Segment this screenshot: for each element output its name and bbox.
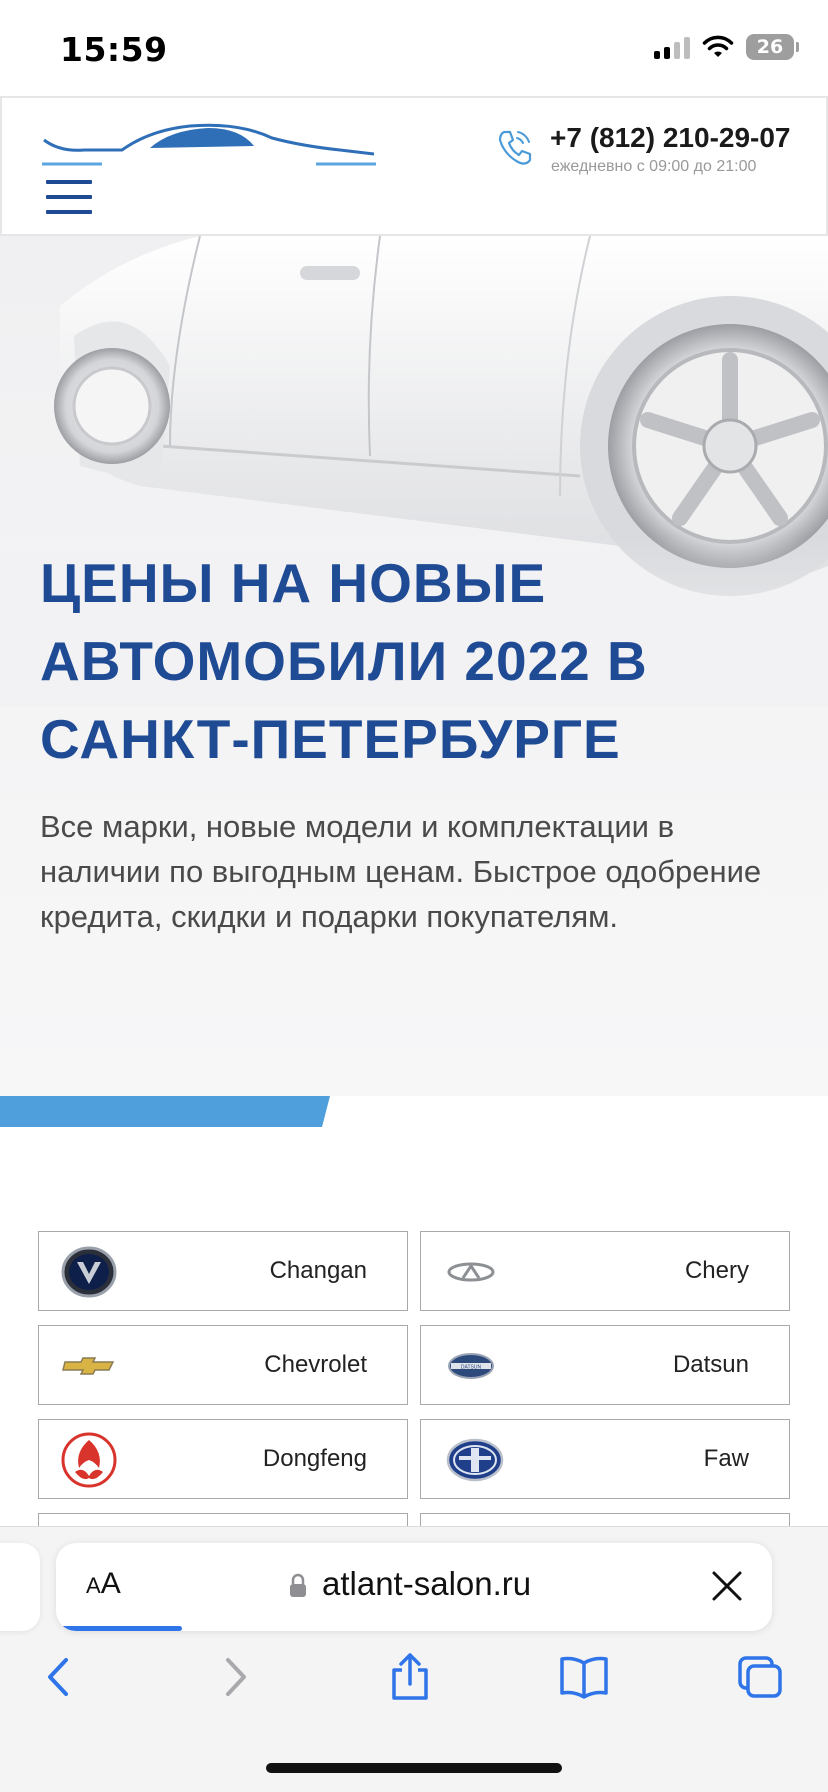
tabs-button[interactable]: [730, 1647, 790, 1707]
bookmarks-button[interactable]: [554, 1647, 614, 1707]
share-icon: [392, 1653, 428, 1700]
battery-icon: 26: [746, 34, 799, 60]
share-button[interactable]: [380, 1647, 440, 1707]
status-icons: 26: [654, 34, 799, 60]
hero-description: Все марки, новые модели и комплектации в…: [40, 809, 762, 934]
cellular-signal-icon: [654, 35, 690, 59]
previous-tab-peek[interactable]: [0, 1543, 40, 1631]
chevron-left-icon: [48, 1658, 68, 1696]
datsun-logo-icon: DATSUN: [448, 1353, 494, 1379]
text-size-big-label: A: [100, 1567, 121, 1600]
tabs-icon: [738, 1656, 782, 1698]
faw-logo-icon: [446, 1438, 504, 1482]
url-text[interactable]: atlant-salon.ru: [322, 1565, 531, 1603]
brand-name: Chery: [684, 1257, 749, 1284]
brand-card-dongfeng[interactable]: Dongfeng: [38, 1419, 408, 1499]
forward-button[interactable]: [206, 1647, 266, 1707]
hero-section: ЦЕНЫ НА НОВЫЕ АВТОМОБИЛИ 2022 В САНКТ-ПЕ…: [0, 236, 828, 1096]
dongfeng-logo-icon: [61, 1432, 117, 1488]
chevron-right-icon: [226, 1658, 246, 1696]
browser-toolbar: AA atlant-salon.ru: [0, 1526, 828, 1792]
brand-name: Dongfeng: [262, 1445, 367, 1472]
brand-name: Datsun: [672, 1351, 749, 1378]
accent-stripe: [0, 1096, 330, 1127]
menu-burger-button[interactable]: [46, 180, 92, 214]
brand-card-datsun[interactable]: DATSUN Datsun: [420, 1325, 790, 1405]
home-indicator: [266, 1763, 562, 1773]
logo-car-icon[interactable]: [40, 116, 380, 176]
brand-name: Changan: [269, 1257, 367, 1284]
lock-icon: [290, 1573, 306, 1597]
page-title: ЦЕНЫ НА НОВЫЕ АВТОМОБИЛИ 2022 В САНКТ-ПЕ…: [40, 552, 648, 770]
site-header: +7 (812) 210-29-07 ежедневно с 09:00 до …: [0, 96, 828, 236]
working-hours: ежедневно с 09:00 до 21:00: [551, 158, 757, 175]
svg-text:DATSUN: DATSUN: [461, 1365, 482, 1371]
changan-logo-icon: [61, 1246, 117, 1298]
back-button[interactable]: [28, 1647, 88, 1707]
brand-card-changan[interactable]: Changan: [38, 1231, 408, 1311]
brand-card-faw[interactable]: Faw: [420, 1419, 790, 1499]
wifi-icon: [702, 35, 734, 57]
status-time: 15:59: [60, 30, 168, 69]
phone-number-link[interactable]: +7 (812) 210-29-07: [550, 122, 791, 154]
text-size-button[interactable]: AA: [86, 1567, 121, 1601]
address-bar[interactable]: AA atlant-salon.ru: [56, 1543, 772, 1631]
chery-logo-icon: [447, 1262, 495, 1282]
chevrolet-logo-icon: [62, 1357, 115, 1375]
brand-card-chevrolet[interactable]: Chevrolet: [38, 1325, 408, 1405]
close-icon[interactable]: [708, 1567, 746, 1605]
text-size-small-label: A: [86, 1573, 101, 1598]
brand-card-chery[interactable]: Chery: [420, 1231, 790, 1311]
page-load-progress: [56, 1626, 182, 1631]
brand-name: Chevrolet: [264, 1351, 367, 1378]
phone-icon[interactable]: [496, 128, 534, 168]
brand-name: Faw: [703, 1445, 749, 1472]
status-bar: 15:59 26: [0, 0, 828, 96]
book-icon: [560, 1656, 608, 1699]
